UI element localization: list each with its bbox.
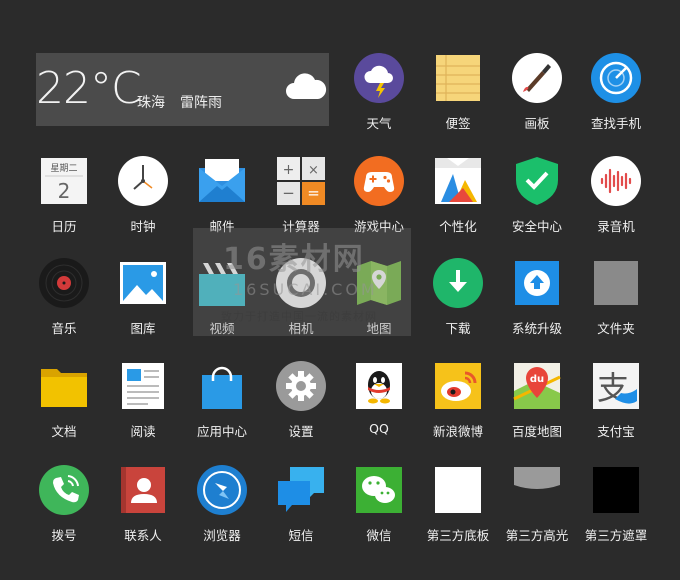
system-update-icon: [512, 258, 562, 308]
map-icon: [354, 258, 404, 308]
app-weather[interactable]: 天气: [339, 53, 419, 153]
third-party-highlight-icon: [512, 465, 562, 515]
third-party-base-icon: [433, 465, 483, 515]
app-camera[interactable]: 相机: [261, 258, 341, 358]
app-settings[interactable]: 设置: [261, 361, 341, 461]
music-icon: [39, 258, 89, 308]
app-label: 录音机: [597, 219, 635, 234]
alipay-icon: 支: [591, 361, 641, 411]
messages-icon: [276, 465, 326, 515]
svg-text:+: +: [283, 162, 295, 178]
app-baidu-map[interactable]: du 百度地图: [497, 361, 577, 461]
app-label: 查找手机: [590, 116, 641, 131]
calendar-weekday: 星期二: [50, 163, 77, 174]
baidu-map-icon: du: [512, 361, 562, 411]
contacts-icon: [118, 465, 168, 515]
app-third-party-highlight[interactable]: 第三方高光: [497, 465, 577, 565]
svg-text:−: −: [282, 184, 295, 202]
baidu-du-text: du: [530, 374, 544, 385]
app-third-party-base[interactable]: 第三方底板: [418, 465, 498, 565]
app-map[interactable]: 地图: [339, 258, 419, 358]
third-party-mask-icon: [591, 465, 641, 515]
app-music[interactable]: 音乐: [24, 258, 104, 358]
app-clock[interactable]: 时钟: [103, 156, 183, 256]
weibo-icon: [433, 361, 483, 411]
qq-icon: [354, 361, 404, 411]
mail-icon: [197, 156, 247, 206]
weather-temperature: 22°C: [36, 63, 142, 114]
app-gallery[interactable]: 图库: [103, 258, 183, 358]
app-phone[interactable]: 拨号: [24, 465, 104, 565]
app-wechat[interactable]: 微信: [339, 465, 419, 565]
calendar-day: 2: [58, 179, 71, 203]
personalize-icon: [433, 156, 483, 206]
app-notes[interactable]: 便签: [418, 53, 498, 153]
app-qq[interactable]: QQ: [339, 361, 419, 461]
app-messages[interactable]: 短信: [261, 465, 341, 565]
app-game-center[interactable]: 游戏中心: [339, 156, 419, 256]
phone-icon: [39, 465, 89, 515]
app-reading[interactable]: 阅读: [103, 361, 183, 461]
weather-condition: 雷阵雨: [180, 95, 222, 111]
folder-icon: [591, 258, 641, 308]
gallery-icon: [118, 258, 168, 308]
download-icon: [433, 258, 483, 308]
app-video[interactable]: 视频: [182, 258, 262, 358]
cloud-icon: [282, 69, 330, 105]
svg-text:=: =: [307, 184, 320, 202]
app-weibo[interactable]: 新浪微博: [418, 361, 498, 461]
app-personalize[interactable]: 个性化: [418, 156, 498, 256]
weather-widget[interactable]: 22°C 珠海 雷阵雨: [36, 53, 329, 126]
app-store-icon: [197, 361, 247, 411]
app-alipay[interactable]: 支 支付宝: [576, 361, 656, 461]
app-system-update[interactable]: 系统升级: [497, 258, 577, 358]
browser-icon: [197, 465, 247, 515]
home-screen: 22°C 珠海 雷阵雨 天气 便签 画板 查找手机 星期二 2 日历 时钟 邮件…: [0, 0, 680, 580]
calculator-icon: + × − =: [276, 156, 326, 206]
app-label: 第三方遮罩: [584, 528, 648, 543]
video-icon: [197, 258, 247, 308]
app-label: 文件夹: [597, 321, 635, 336]
app-security[interactable]: 安全中心: [497, 156, 577, 256]
notes-icon: [433, 53, 483, 103]
app-third-party-mask[interactable]: 第三方遮罩: [576, 465, 656, 565]
app-app-center[interactable]: 应用中心: [182, 361, 262, 461]
app-recorder[interactable]: 录音机: [576, 156, 656, 256]
find-phone-icon: [591, 53, 641, 103]
documents-icon: [39, 361, 89, 411]
app-drawing-board[interactable]: 画板: [497, 53, 577, 153]
clock-icon: [118, 156, 168, 206]
settings-icon: [276, 361, 326, 411]
reading-icon: [118, 361, 168, 411]
game-center-icon: [354, 156, 404, 206]
weather-city: 珠海: [137, 95, 165, 111]
app-documents[interactable]: 文档: [24, 361, 104, 461]
camera-icon: [276, 258, 326, 308]
app-calendar[interactable]: 星期二 2 日历: [24, 156, 104, 256]
app-folder[interactable]: 文件夹: [576, 258, 656, 358]
app-find-phone[interactable]: 查找手机: [576, 53, 656, 153]
app-mail[interactable]: 邮件: [182, 156, 262, 256]
drawing-board-icon: [512, 53, 562, 103]
app-label: 支付宝: [597, 424, 635, 439]
app-download[interactable]: 下载: [418, 258, 498, 358]
calendar-icon: 星期二 2: [39, 156, 89, 206]
app-browser[interactable]: 浏览器: [182, 465, 262, 565]
app-contacts[interactable]: 联系人: [103, 465, 183, 565]
security-icon: [512, 156, 562, 206]
app-calculator[interactable]: + × − = 计算器: [261, 156, 341, 256]
svg-text:×: ×: [308, 163, 319, 178]
weather-icon: [354, 53, 404, 103]
wechat-icon: [354, 465, 404, 515]
recorder-icon: [591, 156, 641, 206]
